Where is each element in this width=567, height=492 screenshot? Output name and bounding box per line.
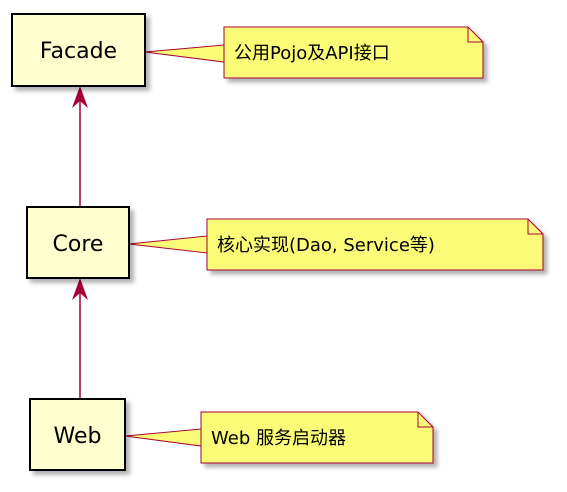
note-web: Web 服务启动器	[200, 411, 434, 464]
note-connector-facade	[144, 44, 225, 63]
note-facade: 公用Pojo及API接口	[223, 26, 484, 79]
note-core-text: 核心实现(Dao, Service等)	[217, 235, 435, 256]
component-web-label: Web	[54, 424, 102, 449]
note-connector-web	[124, 428, 202, 447]
component-facade[interactable]: Facade	[11, 13, 146, 87]
arrow-web-to-core	[72, 278, 88, 399]
note-web-text: Web 服务启动器	[211, 428, 346, 449]
component-diagram: Facade Core Web 公用Pojo及API接口 核心实现(Dao, S…	[11, 13, 544, 471]
component-core[interactable]: Core	[26, 206, 130, 279]
component-facade-label: Facade	[40, 39, 117, 64]
note-facade-text: 公用Pojo及API接口	[234, 43, 390, 64]
note-connector-core	[128, 235, 208, 254]
component-web[interactable]: Web	[29, 398, 126, 471]
arrow-core-to-facade	[72, 86, 88, 207]
component-core-label: Core	[53, 232, 104, 257]
note-core: 核心实现(Dao, Service等)	[206, 218, 544, 271]
